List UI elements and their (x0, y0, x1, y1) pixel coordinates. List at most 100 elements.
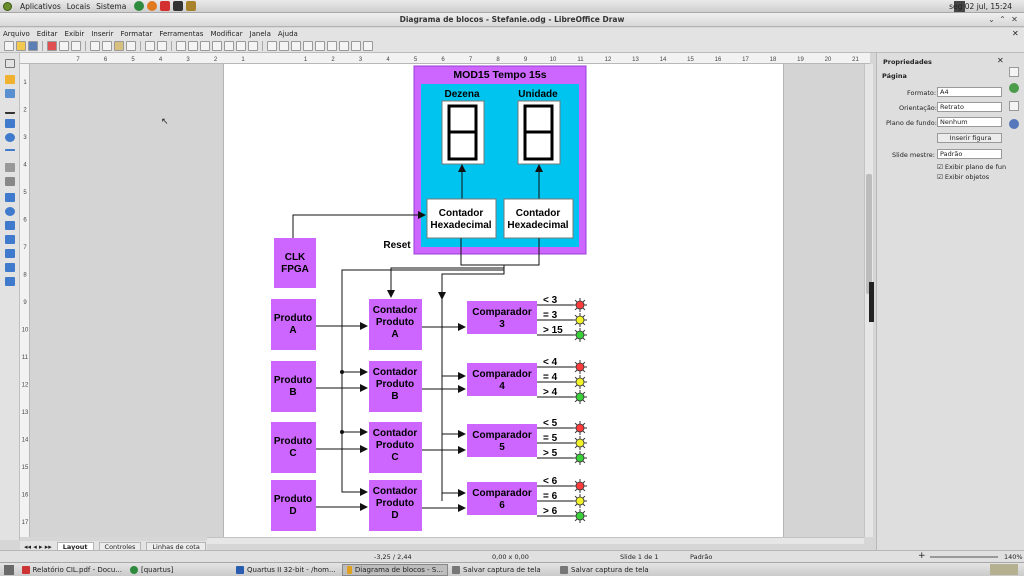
export-pdf-icon[interactable] (47, 40, 57, 51)
stars-icon[interactable] (5, 263, 15, 272)
close-icon[interactable]: ✕ (1010, 15, 1019, 24)
exibir-objetos-checkbox[interactable]: ☑ Exibir objetos (937, 173, 989, 181)
produto-block[interactable]: ProdutoB (271, 361, 316, 412)
paste-icon[interactable] (114, 40, 124, 51)
slide-mestre-select[interactable]: Padrão (937, 149, 1002, 159)
basic-shapes-icon[interactable] (5, 193, 15, 202)
properties-deck-icon[interactable] (1009, 67, 1019, 77)
ellipse-icon[interactable] (5, 133, 15, 142)
line-icon[interactable] (5, 105, 15, 114)
rectangle-icon[interactable] (5, 119, 15, 128)
cut-icon[interactable] (90, 40, 100, 51)
inserir-figura-button[interactable]: Inserir figura (937, 133, 1002, 143)
scroll-thumb[interactable] (866, 174, 872, 294)
task-salvar-1[interactable]: Salvar captura de tela (448, 564, 556, 576)
zoom-level[interactable]: 140% (1004, 553, 1023, 561)
chart-icon[interactable] (248, 40, 258, 51)
crop-icon[interactable] (315, 40, 325, 51)
firefox-launcher-icon[interactable] (147, 1, 158, 11)
menu-ferramentas[interactable]: Ferramentas (159, 30, 203, 38)
line-color-icon[interactable] (5, 75, 15, 84)
image-icon[interactable] (236, 40, 246, 51)
plano-select[interactable]: Nenhum (937, 117, 1002, 127)
navigator-deck-icon[interactable] (1009, 119, 1019, 129)
task-relatorio[interactable]: Relatório CIL.pdf - Docu... (18, 564, 126, 576)
save-icon[interactable] (28, 40, 38, 51)
terminal-launcher-icon[interactable] (173, 1, 184, 11)
callouts-icon[interactable] (5, 249, 15, 258)
menu-janela[interactable]: Janela (250, 30, 271, 38)
contador-block[interactable]: ContadorProdutoB (369, 361, 422, 412)
comparador-block[interactable]: Comparador5 (467, 424, 537, 457)
menu-locais[interactable]: Locais (67, 2, 90, 11)
menu-sistema[interactable]: Sistema (96, 2, 126, 11)
show-desktop-icon[interactable] (4, 564, 14, 575)
contador-block[interactable]: ContadorProdutoD (369, 480, 422, 531)
workspace-switcher[interactable] (990, 564, 1018, 575)
arrange-icon[interactable] (291, 40, 301, 51)
menu-exibir[interactable]: Exibir (65, 30, 85, 38)
print-icon[interactable] (59, 40, 69, 51)
orientacao-select[interactable]: Retrato (937, 102, 1002, 112)
contador-block[interactable]: ContadorProdutoC (369, 422, 422, 473)
grid-icon[interactable] (176, 40, 186, 51)
contador-block[interactable]: ContadorProdutoA (369, 299, 422, 350)
close-document-icon[interactable]: ✕ (1012, 29, 1019, 38)
menu-inserir[interactable]: Inserir (91, 30, 113, 38)
task-salvar-2[interactable]: Salvar captura de tela (556, 564, 664, 576)
horizontal-scrollbar[interactable] (207, 537, 864, 544)
hex-counter-dezena[interactable]: Contador Hexadecimal (426, 198, 497, 239)
rotate-icon[interactable] (267, 40, 277, 51)
points-icon[interactable] (339, 40, 349, 51)
symbol-shapes-icon[interactable] (5, 207, 15, 216)
clk-fpga-block[interactable]: CLK FPGA (274, 238, 316, 288)
maximize-icon[interactable]: ⌃ (998, 15, 1007, 24)
styles-deck-icon[interactable] (1009, 83, 1019, 93)
gallery-deck-icon[interactable] (1009, 101, 1019, 111)
connector-icon[interactable] (5, 177, 15, 186)
curve-icon[interactable] (5, 163, 15, 172)
task-quartus-terminal[interactable]: [quartus] (126, 564, 232, 576)
fill-color-icon[interactable] (5, 89, 15, 98)
fontwork-icon[interactable] (363, 40, 373, 51)
redo-icon[interactable] (157, 40, 167, 51)
produto-block[interactable]: ProdutoA (271, 299, 316, 350)
comparador-block[interactable]: Comparador3 (467, 301, 537, 334)
chrome-launcher-icon[interactable] (134, 1, 145, 11)
drawing-canvas[interactable]: ↖ MOD15 Tempo 15s Dezena Unidade Contado… (30, 64, 864, 537)
clone-formatting-icon[interactable] (126, 40, 136, 51)
menu-arquivo[interactable]: Arquivo (3, 30, 30, 38)
comparador-block[interactable]: Comparador6 (467, 482, 537, 515)
clock[interactable]: seg 02 jul, 15:24 (949, 2, 1012, 11)
menu-ajuda[interactable]: Ajuda (278, 30, 298, 38)
new-icon[interactable] (4, 40, 14, 51)
task-quartus[interactable]: Quartus II 32-bit - /hom... (232, 564, 342, 576)
glue-points-icon[interactable] (351, 40, 361, 51)
exibir-plano-checkbox[interactable]: ☑ Exibir plano de fun (937, 163, 1006, 171)
select-icon[interactable] (5, 59, 15, 68)
3d-objects-icon[interactable] (5, 277, 15, 286)
sidebar-close-icon[interactable]: ✕ (997, 56, 1004, 65)
files-launcher-icon[interactable] (186, 1, 197, 11)
block-diagram[interactable]: MOD15 Tempo 15s Dezena Unidade Contador … (224, 64, 785, 537)
filter-icon[interactable] (327, 40, 337, 51)
matlab-launcher-icon[interactable] (160, 1, 171, 11)
copy-icon[interactable] (102, 40, 112, 51)
menu-modificar[interactable]: Modificar (210, 30, 242, 38)
undo-icon[interactable] (145, 40, 155, 51)
section-pagina[interactable]: Página (882, 72, 907, 80)
arrow-line-icon[interactable] (5, 149, 15, 158)
print-preview-icon[interactable] (71, 40, 81, 51)
applications-menu[interactable]: Aplicativos (3, 1, 61, 11)
align-icon[interactable] (279, 40, 289, 51)
block-arrows-icon[interactable] (5, 221, 15, 230)
formato-select[interactable]: A4 (937, 87, 1002, 97)
produto-block[interactable]: ProdutoD (271, 480, 316, 531)
menu-editar[interactable]: Editar (37, 30, 58, 38)
menu-formatar[interactable]: Formatar (120, 30, 152, 38)
open-icon[interactable] (16, 40, 26, 51)
zoom-slider[interactable] (930, 556, 998, 558)
text-icon[interactable] (212, 40, 222, 51)
task-diagrama[interactable]: Diagrama de blocos - S... (342, 563, 448, 576)
zoom-in-icon[interactable]: + (918, 551, 926, 561)
